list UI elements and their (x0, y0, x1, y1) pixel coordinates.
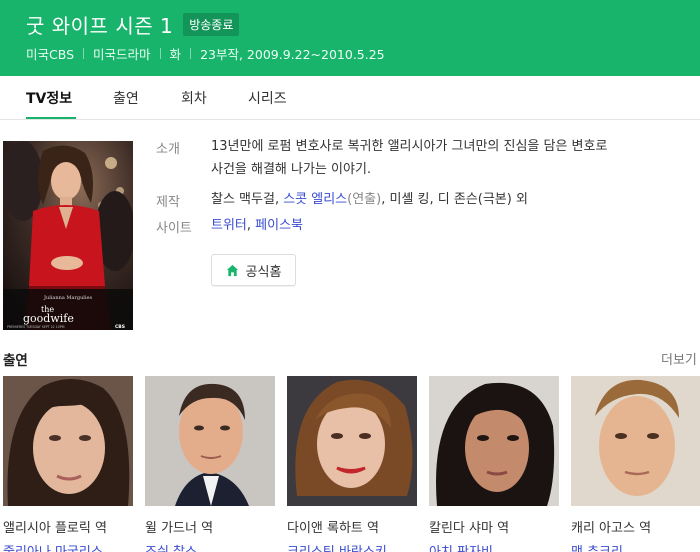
producer-rest: , 미셸 킹, 디 존슨(극본) 외 (381, 192, 528, 207)
production-credits: 찰스 맥두걸, 스콧 엘리스(연출), 미셸 킹, 디 존슨(극본) 외 (211, 188, 528, 211)
program-meta: 미국CBS 미국드라마 화 23부작, 2009.9.22~2010.5.25 (26, 44, 385, 63)
cast-role: 칼린다 샤마 역 (429, 521, 510, 536)
poster-image[interactable]: Julianna Margulies the goodwife PREMIERE… (3, 141, 133, 330)
cast-actor-link[interactable]: 맷 츄크리 (571, 541, 700, 552)
facebook-link[interactable]: 페이스북 (255, 218, 303, 233)
cast-role: 윌 가드너 역 (145, 521, 214, 536)
cast-actor-link[interactable]: 크리스틴 바란스키 (287, 541, 417, 552)
tab-episodes[interactable]: 회차 (181, 88, 207, 108)
portrait-image (287, 376, 417, 506)
cast-card[interactable]: 캐리 아고스 역 맷 츄크리 (571, 376, 700, 552)
official-homepage-button[interactable]: 공식홈 (211, 254, 296, 286)
cast-card[interactable]: 칼린다 샤마 역 아치 판자비 (429, 376, 559, 552)
producer-link[interactable]: 찰스 맥두걸 (211, 192, 275, 207)
meta-divider (159, 48, 161, 59)
poster-actress-credit: Julianna Margulies (43, 295, 92, 301)
twitter-link[interactable]: 트위터 (211, 218, 247, 233)
program-title[interactable]: 굿 와이프 시즌 1 (26, 10, 173, 39)
cast-photo[interactable] (287, 376, 417, 506)
tab-cast[interactable]: 출연 (113, 88, 139, 108)
home-icon (226, 264, 238, 276)
episodes-period: 23부작, 2009.9.22~2010.5.25 (200, 47, 385, 62)
more-link[interactable]: 더보기 (661, 349, 697, 368)
tab-tv-info[interactable]: TV정보 (26, 88, 72, 108)
site-label: 사이트 (156, 221, 192, 236)
cast-card[interactable]: 앨리시아 플로릭 역 줄리아나 마굴리스 (3, 376, 133, 552)
cast-role: 앨리시아 플로릭 역 (3, 521, 107, 536)
active-tab-indicator (26, 117, 76, 119)
synopsis-text: 13년만에 로펌 변호사로 복귀한 앨리시아가 그녀만의 진심을 담은 변호로 … (211, 135, 607, 181)
status-badge: 방송종료 (183, 13, 240, 36)
title-row: 굿 와이프 시즌 1 방송종료 (26, 10, 240, 39)
cast-photo[interactable] (3, 376, 133, 506)
cast-photo[interactable] (145, 376, 275, 506)
cast-card[interactable]: 윌 가드너 역 조쉬 찰스 (145, 376, 275, 552)
cast-actor-link[interactable]: 조쉬 찰스 (145, 541, 275, 552)
meta-divider (83, 48, 85, 59)
credit-separator: , (274, 192, 284, 207)
synopsis-line: 13년만에 로펌 변호사로 복귀한 앨리시아가 그녀만의 진심을 담은 변호로 (211, 139, 608, 154)
poster-network-logo: CBS (115, 324, 125, 330)
site-links: 트위터, 페이스북 (211, 214, 303, 237)
synopsis-line: 사건을 해결해 나가는 이야기. (211, 162, 372, 177)
program-header: 굿 와이프 시즌 1 방송종료 미국CBS 미국드라마 화 23부작, 2009… (0, 0, 700, 76)
cast-role: 캐리 아고스 역 (571, 521, 652, 536)
director-role: (연출) (347, 192, 382, 207)
meta-divider (190, 48, 192, 59)
poster-premiere-text: PREMIERES TUESDAY SEPT 22 10PM (7, 325, 65, 329)
production-label: 제작 (156, 195, 180, 210)
cast-section-title: 출연 (3, 353, 28, 369)
portrait-image (571, 376, 700, 506)
official-button-label: 공식홈 (245, 264, 282, 280)
portrait-image (145, 376, 275, 506)
portrait-image (429, 376, 559, 506)
network-link[interactable]: 미국CBS (26, 44, 74, 63)
cast-actor-link[interactable]: 아치 판자비 (429, 541, 559, 552)
cast-actor-link[interactable]: 줄리아나 마굴리스 (3, 541, 133, 552)
portrait-image (3, 376, 133, 506)
poster-logo-name: goodwife (23, 312, 74, 325)
synopsis-label: 소개 (156, 142, 180, 157)
tab-bar: TV정보 출연 회차 시리즈 (0, 76, 700, 120)
cast-card[interactable]: 다이앤 록하트 역 크리스틴 바란스키 (287, 376, 417, 552)
site-separator: , (246, 218, 256, 233)
cast-role: 다이앤 록하트 역 (287, 521, 379, 536)
genre-link[interactable]: 미국드라마 (93, 44, 151, 63)
air-day: 화 (169, 47, 182, 62)
tab-series[interactable]: 시리즈 (248, 88, 287, 108)
poster-art: Julianna Margulies the goodwife PREMIERE… (3, 141, 133, 330)
cast-photo[interactable] (429, 376, 559, 506)
director-link[interactable]: 스콧 엘리스 (283, 192, 347, 207)
cast-photo[interactable] (571, 376, 700, 506)
